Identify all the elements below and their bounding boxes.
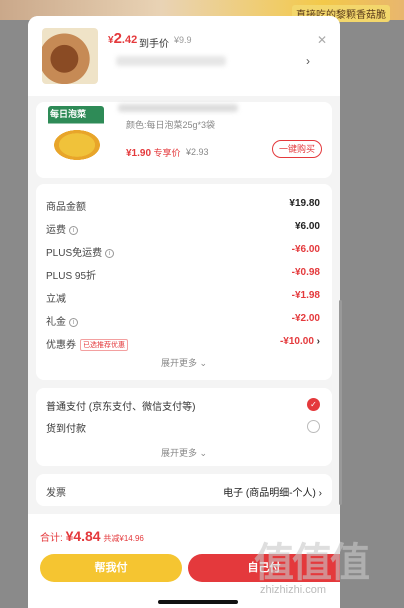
fee-value: -¥0.98 <box>292 267 320 278</box>
watermark-logo: 值值值 <box>254 541 370 585</box>
fee-label-text: 商品金额 <box>46 202 86 213</box>
expand-more-label: 展开更多 <box>160 448 197 458</box>
info-icon[interactable]: i <box>69 318 78 327</box>
payment-option[interactable]: 普通支付 (京东支付、微信支付等) ✓ <box>46 398 320 414</box>
close-icon[interactable]: ✕ <box>314 32 330 48</box>
chevron-down-icon: ⌄ <box>199 358 208 368</box>
invoice-row[interactable]: 发票 电子 (商品明细-个人) › <box>36 474 332 506</box>
help-pay-button[interactable]: 帮我付 <box>40 554 182 582</box>
fee-label-text: PLUS 95折 <box>46 271 97 282</box>
scrollbar[interactable] <box>339 300 342 505</box>
fee-label: 商品金额 <box>46 198 86 213</box>
fee-label: 运费 i <box>46 221 78 236</box>
coupon-badge: 已选推荐优惠 <box>80 339 128 351</box>
chips-graphic <box>54 130 100 160</box>
checkout-sheet: ¥2.42 到手价 ¥9.9 ✕ › 每日泡菜 颜色:每日泡菜25g*3袋 ¥1… <box>28 16 340 514</box>
info-icon[interactable]: i <box>69 226 78 235</box>
fee-value-text: -¥1.98 <box>291 290 320 301</box>
product-price-amount: ¥1.90 <box>126 148 152 159</box>
expand-more-fees[interactable]: 展开更多 ⌄ <box>36 356 332 369</box>
invoice-label: 发票 <box>46 488 66 499</box>
product-price-label: 专享价 <box>153 148 181 158</box>
fee-value-text: ¥6.00 <box>294 221 320 232</box>
fee-value-text: ¥19.80 <box>289 198 320 209</box>
chevron-right-icon: › <box>313 336 320 347</box>
sheet-header: ¥2.42 到手价 ¥9.9 ✕ › <box>28 16 340 96</box>
payment-option-label: 普通支付 (京东支付、微信支付等) <box>46 402 196 413</box>
blurred-address <box>116 56 226 66</box>
product-card: 每日泡菜 颜色:每日泡菜25g*3袋 ¥1.90 专享价 ¥2.93 一键购买 <box>36 102 332 178</box>
fee-row: PLUS免运费 i -¥6.00 <box>46 244 320 260</box>
invoice-value: 电子 (商品明细-个人) › <box>223 484 322 499</box>
fee-label: PLUS 95折 <box>46 267 96 282</box>
expand-more-payment[interactable]: 展开更多 ⌄ <box>36 446 332 459</box>
original-price: ¥9.9 <box>174 35 192 45</box>
product-brand-text: 每日泡菜 <box>50 109 87 119</box>
fee-value: -¥1.98 <box>292 290 320 301</box>
home-indicator <box>158 600 238 604</box>
fee-row: 运费 i ¥6.00 <box>46 221 320 237</box>
final-price-label: 到手价 <box>139 39 169 50</box>
payment-method-card: 展开更多 ⌄ 普通支付 (京东支付、微信支付等) ✓ 货到付款 <box>36 388 332 466</box>
radio-unchecked-icon[interactable] <box>307 420 320 433</box>
product-thumbnail <box>42 28 98 84</box>
chevron-right-icon[interactable]: › <box>306 54 310 68</box>
blurred-product-title <box>118 104 238 112</box>
info-icon[interactable]: i <box>105 249 115 258</box>
fee-value-text: -¥6.00 <box>291 244 320 255</box>
total-label: 合计: <box>40 533 63 544</box>
fee-value-text: -¥0.98 <box>291 267 320 278</box>
fee-value: ¥6.00 <box>295 221 320 232</box>
fee-breakdown-card: 展开更多 ⌄ 商品金额 ¥19.80 运费 i ¥6.00 PLUS免运费 i -¥6.00 P… <box>36 184 332 380</box>
fee-label-text: PLUS免运费 <box>46 248 103 259</box>
invoice-value-text: 电子 (商品明细-个人) <box>223 488 316 499</box>
chevron-right-icon: › <box>318 488 322 499</box>
radio-checked-icon[interactable]: ✓ <box>307 398 320 411</box>
fee-label: 礼金 i <box>46 313 78 328</box>
fee-label: 优惠券 已选推荐优惠 <box>46 336 128 351</box>
fee-row: PLUS 95折 -¥0.98 <box>46 267 320 283</box>
fee-value-text: -¥2.00 <box>291 313 320 324</box>
fee-label-text: 优惠券 <box>46 340 76 351</box>
product-original-price: ¥2.93 <box>186 147 209 157</box>
fee-row: 立减 -¥1.98 <box>46 290 320 306</box>
fee-value: -¥2.00 <box>292 313 320 324</box>
fee-value[interactable]: -¥10.00 › <box>280 336 320 347</box>
one-click-buy-button[interactable]: 一键购买 <box>272 140 322 158</box>
total-summary: 合计: ¥4.84 共减¥14.96 <box>40 528 144 544</box>
fee-label-text: 礼金 <box>46 317 66 328</box>
payment-option-label: 货到付款 <box>46 424 86 435</box>
chevron-down-icon: ⌄ <box>199 448 208 458</box>
site-watermark: 值值值 zhizhizhi.com <box>250 530 400 600</box>
fee-row: 礼金 i -¥2.00 <box>46 313 320 329</box>
total-saved: 共减¥14.96 <box>103 534 144 543</box>
fee-value: -¥6.00 <box>292 244 320 255</box>
fee-label: PLUS免运费 i <box>46 244 115 259</box>
product-image: 每日泡菜 <box>48 106 104 168</box>
price-decimal: .42 <box>121 34 138 46</box>
product-spec: 颜色:每日泡菜25g*3袋 <box>126 120 216 130</box>
payment-option[interactable]: 货到付款 <box>46 420 320 436</box>
expand-more-label: 展开更多 <box>160 358 197 368</box>
total-amount: ¥4.84 <box>65 528 101 544</box>
watermark-site: zhizhizhi.com <box>260 584 327 596</box>
product-price: ¥1.90 专享价 <box>126 146 181 159</box>
fee-value: ¥19.80 <box>289 198 320 209</box>
fee-label-text: 运费 <box>46 225 66 236</box>
final-price: ¥2.42 <box>108 30 137 48</box>
fee-value-text: -¥10.00 <box>279 336 314 347</box>
fee-row: 优惠券 已选推荐优惠 -¥10.00 › <box>46 336 320 352</box>
fee-label: 立减 <box>46 290 66 305</box>
fee-label-text: 立减 <box>46 294 66 305</box>
fee-row: 商品金额 ¥19.80 <box>46 198 320 214</box>
price-integer: 2 <box>113 30 122 47</box>
